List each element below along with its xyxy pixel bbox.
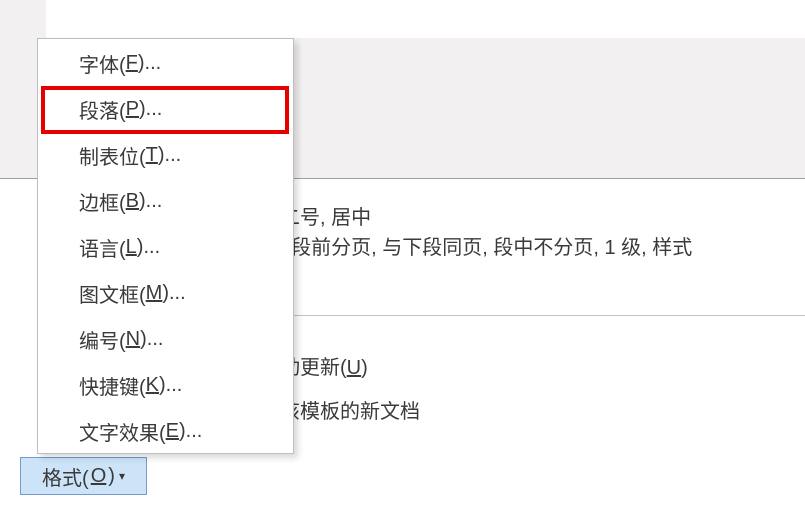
menu-item-shortcut-post: )... bbox=[159, 374, 182, 397]
menu-item-tabs-pre: 制表位( bbox=[79, 141, 146, 170]
menu-item-frame[interactable]: 图文框(M)... bbox=[39, 271, 292, 315]
menu-item-shortcut-pre: 快捷键( bbox=[79, 371, 146, 400]
menu-item-tabs-post: )... bbox=[158, 144, 181, 167]
based-on-option[interactable]: 于该模板的新文档 bbox=[260, 395, 805, 424]
menu-item-language-hotkey: L bbox=[126, 236, 137, 259]
format-button[interactable]: 格式(O) ▾ bbox=[20, 457, 147, 495]
menu-item-language[interactable]: 语言(L)... bbox=[39, 225, 292, 269]
menu-item-frame-hotkey: M bbox=[146, 282, 163, 305]
style-description-line-2: 行, 段前分页, 与下段同页, 段中不分页, 1 级, 样式 bbox=[260, 231, 805, 260]
menu-item-font[interactable]: 字体(F)... bbox=[39, 41, 292, 85]
menu-item-text-effects-pre: 文字效果( bbox=[79, 417, 166, 446]
menu-item-text-effects[interactable]: 文字效果(E)... bbox=[39, 409, 292, 453]
auto-update-label-post: ) bbox=[361, 357, 368, 379]
menu-item-border-post: )... bbox=[139, 190, 162, 213]
menu-item-tabs-hotkey: T bbox=[146, 144, 158, 167]
menu-item-frame-pre: 图文框( bbox=[79, 279, 146, 308]
document-area bbox=[46, 0, 805, 38]
menu-item-shortcut-hotkey: K bbox=[146, 374, 159, 397]
auto-update-option[interactable]: 自动更新(U) bbox=[260, 351, 805, 380]
menu-item-border[interactable]: 边框(B)... bbox=[39, 179, 292, 223]
menu-item-shortcut[interactable]: 快捷键(K)... bbox=[39, 363, 292, 407]
menu-item-numbering-post: )... bbox=[140, 328, 163, 351]
chevron-down-icon: ▾ bbox=[119, 469, 125, 483]
menu-item-numbering[interactable]: 编号(N)... bbox=[39, 317, 292, 361]
menu-item-language-pre: 语言( bbox=[79, 233, 126, 262]
menu-item-font-post: )... bbox=[138, 52, 161, 75]
highlight-paragraph-item bbox=[41, 86, 289, 134]
menu-item-tabs[interactable]: 制表位(T)... bbox=[39, 133, 292, 177]
menu-item-language-post: )... bbox=[137, 236, 160, 259]
menu-item-frame-post: )... bbox=[162, 282, 185, 305]
format-button-label-pre: 格式( bbox=[42, 462, 89, 491]
menu-item-numbering-pre: 编号( bbox=[79, 325, 126, 354]
style-description-line-1: 整二号, 居中 bbox=[260, 201, 805, 230]
format-button-hotkey: O bbox=[91, 465, 107, 488]
menu-item-font-pre: 字体( bbox=[79, 49, 126, 78]
menu-item-border-pre: 边框( bbox=[79, 187, 126, 216]
menu-item-border-hotkey: B bbox=[126, 190, 139, 213]
separator-line bbox=[248, 315, 805, 316]
menu-item-font-hotkey: F bbox=[126, 52, 138, 75]
auto-update-hotkey: U bbox=[347, 357, 361, 379]
menu-item-text-effects-hotkey: E bbox=[166, 420, 179, 443]
format-button-label-post: ) bbox=[108, 465, 115, 488]
menu-item-numbering-hotkey: N bbox=[126, 328, 140, 351]
menu-item-text-effects-post: )... bbox=[179, 420, 202, 443]
